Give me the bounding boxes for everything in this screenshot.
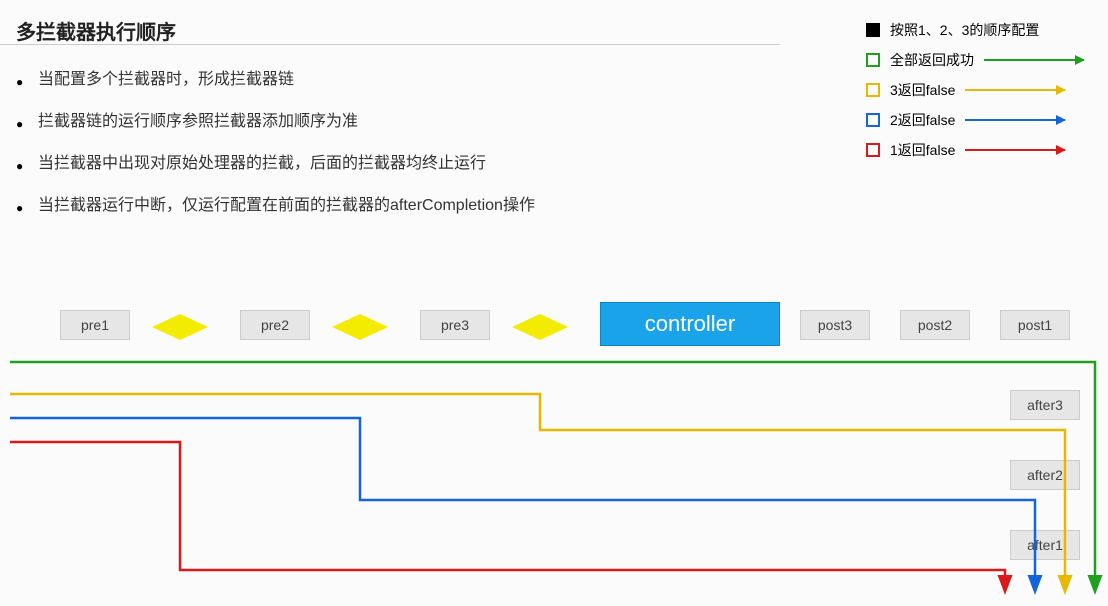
arrow-icon xyxy=(965,149,1065,152)
legend-ret1-label: 1返回false xyxy=(890,140,955,160)
legend-ret1: 1返回false xyxy=(866,140,1084,160)
arrow-icon xyxy=(965,119,1065,122)
flow-lines xyxy=(0,300,1108,600)
arrow-icon xyxy=(984,59,1084,62)
arrow-icon xyxy=(965,89,1065,92)
flow-red xyxy=(10,442,1005,590)
title-underline xyxy=(0,44,780,45)
square-icon xyxy=(866,143,880,157)
page-title: 多拦截器执行顺序 xyxy=(16,16,176,45)
square-icon xyxy=(866,83,880,97)
legend-success: 全部返回成功 xyxy=(866,50,1084,70)
square-icon xyxy=(866,53,880,67)
legend-config: 按照1、2、3的顺序配置 xyxy=(866,20,1084,40)
legend-ret2-label: 2返回false xyxy=(890,110,955,130)
bullet-1: 当配置多个拦截器时，形成拦截器链 xyxy=(16,68,535,92)
bullet-list: 当配置多个拦截器时，形成拦截器链 拦截器链的运行顺序参照拦截器添加顺序为准 当拦… xyxy=(16,68,535,236)
square-icon xyxy=(866,23,880,37)
bullet-2: 拦截器链的运行顺序参照拦截器添加顺序为准 xyxy=(16,110,535,134)
legend-ret2: 2返回false xyxy=(866,110,1084,130)
bullet-3: 当拦截器中出现对原始处理器的拦截，后面的拦截器均终止运行 xyxy=(16,152,535,176)
legend-config-label: 按照1、2、3的顺序配置 xyxy=(890,20,1039,40)
legend-success-label: 全部返回成功 xyxy=(890,50,974,70)
flow-green xyxy=(10,362,1095,590)
legend-ret3-label: 3返回false xyxy=(890,80,955,100)
flow-blue xyxy=(10,418,1035,590)
square-icon xyxy=(866,113,880,127)
flow-yellow xyxy=(10,394,1065,590)
legend: 按照1、2、3的顺序配置 全部返回成功 3返回false 2返回false 1返… xyxy=(866,20,1084,170)
legend-ret3: 3返回false xyxy=(866,80,1084,100)
flow-diagram: pre1 pre2 pre3 controller post3 post2 po… xyxy=(0,300,1108,600)
bullet-4: 当拦截器运行中断，仅运行配置在前面的拦截器的afterCompletion操作 xyxy=(16,194,535,218)
